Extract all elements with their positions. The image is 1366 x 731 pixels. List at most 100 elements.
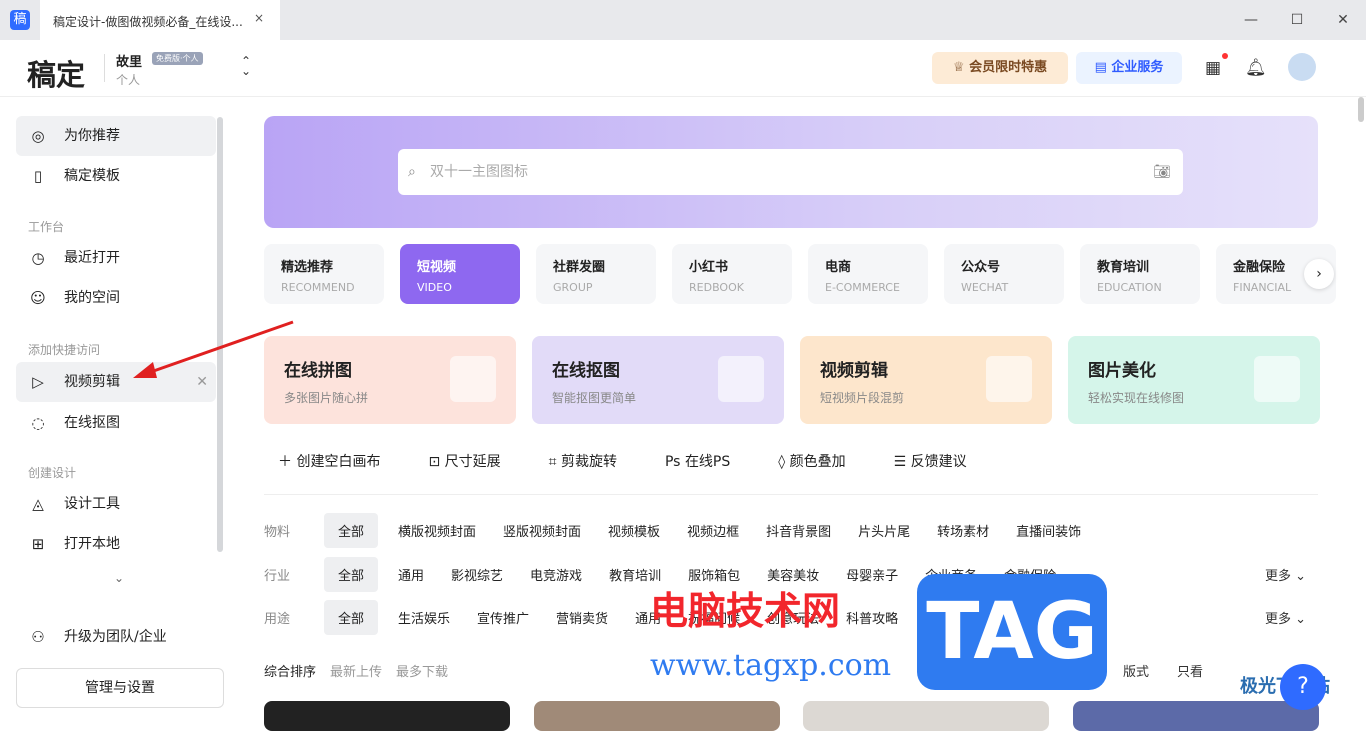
browser-tab[interactable]: 稿定设计-做图做视频必备_在线设... ×: [40, 0, 280, 40]
filter-option[interactable]: 全部: [324, 557, 379, 592]
upgrade-team-button[interactable]: ⚇ 升级为团队/企业: [16, 617, 216, 657]
quick-action[interactable]: ☰ 反馈建议: [894, 451, 967, 471]
filter-option[interactable]: 直播间装饰: [1016, 521, 1081, 540]
user-name: 故里: [116, 55, 143, 70]
filter-option[interactable]: 影视综艺: [451, 565, 503, 584]
category-subtitle: GROUP: [553, 281, 593, 294]
camera-icon[interactable]: 📷︎: [1153, 149, 1171, 195]
filter-option[interactable]: 抖音背景图: [766, 521, 831, 540]
layout-filter[interactable]: 版式: [1123, 661, 1149, 680]
user-icon: ☺: [30, 289, 46, 307]
apps-grid-icon[interactable]: ▦: [1205, 58, 1221, 78]
search-input[interactable]: ⌕ 双十一主图图标 📷︎: [398, 149, 1183, 195]
more-usage-button[interactable]: 更多 ⌄: [1265, 608, 1306, 627]
expand-icon[interactable]: ⌄: [114, 571, 124, 585]
user-plus-icon: ⚇: [31, 628, 45, 646]
maximize-button[interactable]: ☐: [1274, 0, 1320, 40]
notification-dot: [1222, 53, 1228, 59]
template-thumbnail[interactable]: [1073, 701, 1319, 731]
template-thumbnail[interactable]: [264, 701, 510, 731]
category-tab[interactable]: 公众号 WECHAT: [944, 244, 1064, 304]
folder-plus-icon: ⊞: [31, 535, 45, 553]
sidebar-item-open-local[interactable]: ⊞ 打开本地: [16, 524, 216, 564]
quick-action[interactable]: ＋ 创建空白画布: [278, 451, 380, 471]
sidebar-item-cutout[interactable]: ◌ 在线抠图: [16, 403, 216, 443]
title-bar: 稿 稿定设计-做图做视频必备_在线设... × — ☐ ✕: [0, 0, 1366, 40]
tool-card[interactable]: 视频剪辑 短视频片段混剪: [800, 336, 1052, 424]
filter-option[interactable]: 生活娱乐: [398, 608, 450, 627]
sort-options: 综合排序 最新上传 最多下载: [264, 661, 462, 680]
filter-option[interactable]: 母婴亲子: [846, 565, 898, 584]
sort-comprehensive[interactable]: 综合排序: [264, 661, 316, 680]
sidebar-item-label: 视频剪辑: [64, 374, 120, 390]
minimize-button[interactable]: —: [1228, 0, 1274, 40]
quick-action[interactable]: Ps 在线PS: [665, 451, 730, 471]
category-tab[interactable]: 短视频 VIDEO: [400, 244, 520, 304]
only-show-toggle[interactable]: 只看: [1177, 661, 1203, 680]
quick-action[interactable]: ◊ 颜色叠加: [778, 451, 845, 471]
watermark-text: 电脑技术网: [650, 589, 841, 633]
filter-option[interactable]: 竖版视频封面: [503, 521, 581, 540]
tool-card[interactable]: 在线抠图 智能抠图更简单: [532, 336, 784, 424]
sidebar-item-recent[interactable]: ◷ 最近打开: [16, 238, 216, 278]
sidebar-item-label: 我的空间: [64, 290, 120, 306]
more-industry-button[interactable]: 更多 ⌄: [1265, 565, 1306, 584]
category-tab[interactable]: 教育培训 EDUCATION: [1080, 244, 1200, 304]
sort-newest[interactable]: 最新上传: [330, 661, 382, 680]
filter-option[interactable]: 通用: [398, 565, 424, 584]
quick-actions: ＋ 创建空白画布 ⊡ 尺寸延展 ⌗ 剪裁旋转 Ps 在线PS ◊ 颜色叠加 ☰ 反馈建议: [278, 451, 1015, 471]
category-subtitle: WECHAT: [961, 281, 1009, 294]
category-title: 社群发圈: [553, 260, 606, 275]
sidebar-item-label: 设计工具: [64, 496, 120, 512]
filter-label: 用途: [264, 612, 291, 627]
manage-settings-button[interactable]: 管理与设置: [16, 668, 224, 708]
filter-option[interactable]: 营销卖货: [556, 608, 608, 627]
filter-option[interactable]: 宣传推广: [477, 608, 529, 627]
filter-option[interactable]: 全部: [324, 600, 379, 635]
group-workbench: 工作台: [28, 220, 65, 234]
tool-card[interactable]: 在线拼图 多张图片随心拼: [264, 336, 516, 424]
watermark-url: www.tagxp.com: [650, 648, 892, 683]
close-tab-icon[interactable]: ×: [254, 11, 264, 25]
sidebar-item-design-tools[interactable]: ◬ 设计工具: [16, 484, 216, 524]
sidebar-item-my-space[interactable]: ☺ 我的空间: [16, 278, 216, 318]
filter-option[interactable]: 视频模板: [608, 521, 660, 540]
window-close-button[interactable]: ✕: [1320, 0, 1366, 40]
quick-action[interactable]: ⌗ 剪裁旋转: [549, 451, 617, 471]
tool-illustration-icon: [986, 356, 1032, 402]
filter-option[interactable]: 电竞游戏: [530, 565, 582, 584]
switch-account-icon[interactable]: ⌃ ⌄: [241, 55, 251, 77]
template-thumbnail[interactable]: [534, 701, 780, 731]
sidebar-item-label: 稿定模板: [64, 168, 120, 184]
sort-most-downloaded[interactable]: 最多下载: [396, 661, 448, 680]
help-button[interactable]: ?: [1280, 664, 1326, 710]
avatar[interactable]: [1288, 53, 1316, 81]
chevron-right-icon[interactable]: ›: [1304, 259, 1334, 289]
more-label: 更多: [1265, 612, 1292, 627]
filter-option[interactable]: 横版视频封面: [398, 521, 476, 540]
filter-option[interactable]: 片头片尾: [858, 521, 910, 540]
more-label: 更多: [1265, 569, 1292, 584]
sidebar-item-templates[interactable]: ▯ 稿定模板: [16, 156, 216, 196]
filter-option[interactable]: 科普攻略: [846, 608, 898, 627]
category-tab[interactable]: 精选推荐 RECOMMEND: [264, 244, 384, 304]
category-tab[interactable]: 电商 E-COMMERCE: [808, 244, 928, 304]
logo[interactable]: 稿定: [27, 52, 85, 94]
filter-option[interactable]: 全部: [324, 513, 379, 548]
page-scrollbar[interactable]: [1358, 97, 1364, 122]
template-thumbnail[interactable]: [803, 701, 1049, 731]
filter-option[interactable]: 视频边框: [687, 521, 739, 540]
tool-card[interactable]: 图片美化 轻松实现在线修图: [1068, 336, 1320, 424]
search-placeholder: 双十一主图图标: [430, 164, 528, 180]
filter-option[interactable]: 转场素材: [937, 521, 989, 540]
vip-offer-button[interactable]: ♕ 会员限时特惠: [932, 52, 1068, 84]
feedback-icon: ☰: [893, 454, 911, 470]
category-tab[interactable]: 社群发圈 GROUP: [536, 244, 656, 304]
quick-action[interactable]: ⊡ 尺寸延展: [428, 451, 500, 471]
enterprise-button[interactable]: ▤ 企业服务: [1076, 52, 1182, 84]
sidebar-item-recommend[interactable]: ◎ 为你推荐: [16, 116, 216, 156]
bell-icon[interactable]: 🔔︎: [1245, 58, 1267, 78]
category-tab[interactable]: 小红书 REDBOOK: [672, 244, 792, 304]
tool-illustration-icon: [718, 356, 764, 402]
group-create: 创建设计: [28, 466, 77, 480]
